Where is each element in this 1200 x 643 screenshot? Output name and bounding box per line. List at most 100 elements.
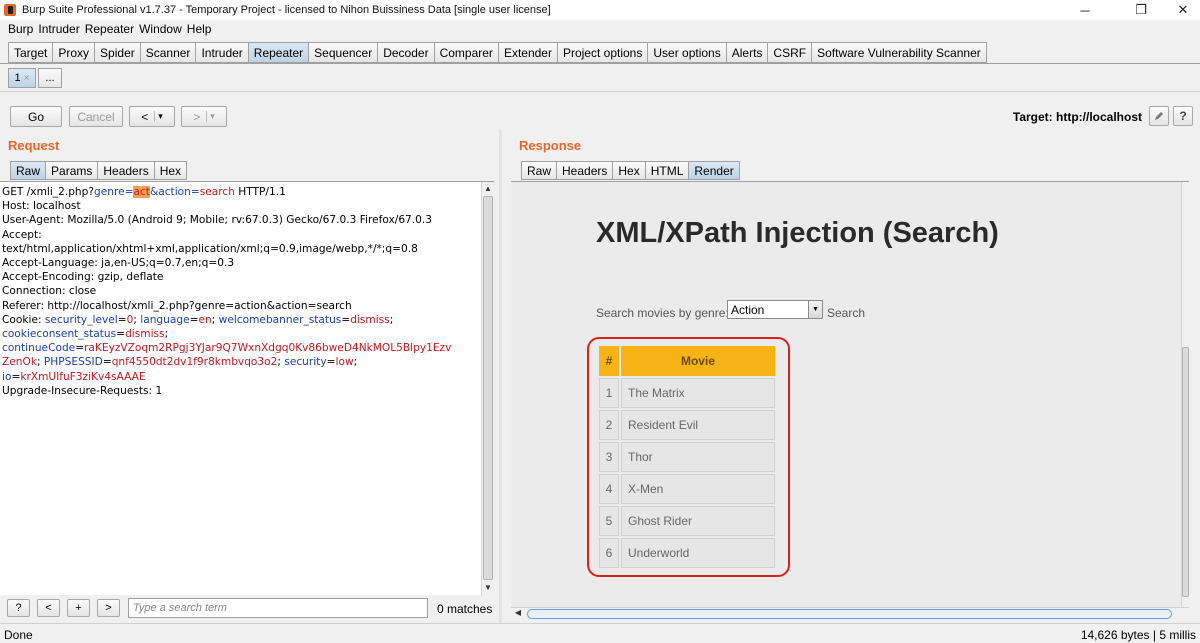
tab-alerts[interactable]: Alerts bbox=[725, 42, 768, 63]
movie-name: Ghost Rider bbox=[621, 506, 775, 536]
search-input[interactable] bbox=[128, 598, 428, 618]
search-help-button[interactable]: ? bbox=[7, 599, 30, 617]
tab-proxy[interactable]: Proxy bbox=[52, 42, 95, 63]
minimize-icon[interactable]: ─ bbox=[1062, 0, 1108, 20]
search-next-button[interactable]: > bbox=[97, 599, 120, 617]
tab-target[interactable]: Target bbox=[8, 42, 53, 63]
response-tabs: Raw Headers Hex HTML Render bbox=[521, 161, 740, 180]
help-icon[interactable]: ? bbox=[1173, 106, 1193, 126]
movie-name: The Matrix bbox=[621, 378, 775, 408]
table-row: 2 Resident Evil bbox=[599, 410, 775, 440]
tab-params[interactable]: Params bbox=[45, 161, 98, 180]
tab-project-options[interactable]: Project options bbox=[556, 42, 648, 63]
new-repeater-tab-button[interactable]: ... bbox=[38, 68, 62, 88]
close-icon[interactable]: ✕ bbox=[1160, 0, 1200, 20]
scroll-left-icon[interactable]: ◀ bbox=[513, 608, 523, 617]
tab-raw[interactable]: Raw bbox=[10, 161, 46, 180]
window-titlebar: Burp Suite Professional v1.7.37 - Tempor… bbox=[0, 0, 1200, 20]
tab-hex[interactable]: Hex bbox=[612, 161, 645, 180]
search-genre-label: Search movies by genre: bbox=[596, 306, 729, 320]
header-user-agent: User-Agent: Mozilla/5.0 (Android 9; Mobi… bbox=[2, 214, 433, 227]
header-accept-encoding: Accept-Encoding: gzip, deflate bbox=[2, 271, 164, 284]
movie-number: 3 bbox=[599, 442, 619, 472]
menu-repeater[interactable]: Repeater bbox=[85, 22, 134, 36]
main-tabs: Target Proxy Spider Scanner Intruder Rep… bbox=[8, 42, 987, 63]
split-divider[interactable] bbox=[499, 130, 502, 625]
forward-button[interactable]: > ▾ bbox=[181, 106, 227, 127]
target-label: Target: http://localhost bbox=[1012, 110, 1142, 124]
tab-spider[interactable]: Spider bbox=[94, 42, 140, 63]
movie-number: 1 bbox=[599, 378, 619, 408]
tab-divider bbox=[0, 63, 1200, 64]
search-button[interactable]: Search bbox=[827, 306, 865, 320]
tab-extender[interactable]: Extender bbox=[497, 42, 557, 63]
scroll-down-icon[interactable]: ▼ bbox=[483, 583, 493, 592]
movie-name: Resident Evil bbox=[621, 410, 775, 440]
back-button[interactable]: < ▾ bbox=[129, 106, 175, 127]
restore-icon[interactable]: ❐ bbox=[1118, 0, 1164, 20]
tab-csrf[interactable]: CSRF bbox=[767, 42, 812, 63]
header-accept-value: text/html,application/xhtml+xml,applicat… bbox=[2, 242, 418, 255]
scroll-up-icon[interactable]: ▲ bbox=[483, 184, 493, 193]
header-accept: Accept: bbox=[2, 228, 42, 241]
window-title: Burp Suite Professional v1.7.37 - Tempor… bbox=[22, 4, 551, 16]
genre-select[interactable]: Action ▼ bbox=[727, 300, 823, 319]
toolbar-divider bbox=[0, 91, 1200, 92]
tab-scanner[interactable]: Scanner bbox=[139, 42, 196, 63]
header-referer: Referer: http://localhost/xmli_2.php?gen… bbox=[2, 299, 352, 312]
column-header-number: # bbox=[599, 346, 619, 376]
cancel-button[interactable]: Cancel bbox=[69, 106, 123, 127]
scrollbar-thumb[interactable] bbox=[1182, 347, 1189, 597]
movie-number: 6 bbox=[599, 538, 619, 568]
tab-user-options[interactable]: User options bbox=[647, 42, 726, 63]
chevron-down-icon: ▼ bbox=[808, 301, 822, 318]
menu-help[interactable]: Help bbox=[187, 22, 212, 36]
request-text[interactable]: GET /xmli_2.php?genre=act&action=search … bbox=[2, 185, 478, 398]
header-connection: Connection: close bbox=[2, 285, 97, 298]
status-bar: Done 14,626 bytes | 5 millis bbox=[0, 623, 1200, 643]
header-host: Host: localhost bbox=[2, 200, 81, 213]
table-row: 5 Ghost Rider bbox=[599, 506, 775, 536]
status-text: Done bbox=[4, 628, 33, 642]
request-line: GET /xmli_2.php?genre=act&action=search … bbox=[2, 186, 286, 198]
tab-repeater[interactable]: Repeater bbox=[247, 42, 309, 63]
tab-comparer[interactable]: Comparer bbox=[433, 42, 498, 63]
tab-sequencer[interactable]: Sequencer bbox=[308, 42, 378, 63]
search-add-button[interactable]: + bbox=[67, 599, 90, 617]
tab-render[interactable]: Render bbox=[688, 161, 740, 180]
tab-headers[interactable]: Headers bbox=[556, 161, 613, 180]
pencil-icon[interactable] bbox=[1149, 106, 1169, 126]
table-row: 4 X-Men bbox=[599, 474, 775, 504]
scrollbar-thumb[interactable] bbox=[483, 196, 493, 580]
request-editor[interactable]: GET /xmli_2.php?genre=act&action=search … bbox=[0, 181, 494, 596]
movie-name: Underworld bbox=[621, 538, 775, 568]
response-render-view: XML/XPath Injection (Search) Search movi… bbox=[511, 181, 1189, 607]
request-scrollbar[interactable]: ▲ ▼ bbox=[481, 182, 494, 596]
close-tab-icon[interactable]: × bbox=[24, 73, 30, 84]
go-button[interactable]: Go bbox=[10, 106, 62, 127]
repeater-tab-1[interactable]: 1 × bbox=[8, 68, 36, 88]
back-arrow-icon: < bbox=[141, 109, 149, 124]
tab-decoder[interactable]: Decoder bbox=[377, 42, 434, 63]
menu-burp[interactable]: Burp bbox=[8, 22, 33, 36]
tab-headers[interactable]: Headers bbox=[97, 161, 154, 180]
movie-number: 2 bbox=[599, 410, 619, 440]
tab-html[interactable]: HTML bbox=[644, 161, 689, 180]
search-previous-button[interactable]: < bbox=[37, 599, 60, 617]
response-size-timing: 14,626 bytes | 5 millis bbox=[1080, 628, 1196, 642]
scrollbar-thumb[interactable] bbox=[527, 609, 1172, 619]
menu-intruder[interactable]: Intruder bbox=[38, 22, 79, 36]
tab-intruder[interactable]: Intruder bbox=[195, 42, 248, 63]
menu-window[interactable]: Window bbox=[139, 22, 182, 36]
tab-hex[interactable]: Hex bbox=[153, 161, 188, 180]
request-search-bar: ? < + > 0 matches bbox=[0, 596, 500, 620]
chevron-down-icon: ▾ bbox=[154, 111, 163, 122]
forward-arrow-icon: > bbox=[193, 109, 201, 124]
table-header-row: # Movie bbox=[599, 346, 775, 376]
tab-software-vulnerability-scanner[interactable]: Software Vulnerability Scanner bbox=[811, 42, 987, 63]
response-scrollbar[interactable] bbox=[1181, 182, 1189, 607]
tab-raw[interactable]: Raw bbox=[521, 161, 557, 180]
response-horizontal-scrollbar[interactable]: ◀ bbox=[511, 607, 1189, 620]
repeater-tabs: 1 × ... bbox=[8, 68, 64, 88]
chevron-down-icon: ▾ bbox=[206, 111, 215, 122]
